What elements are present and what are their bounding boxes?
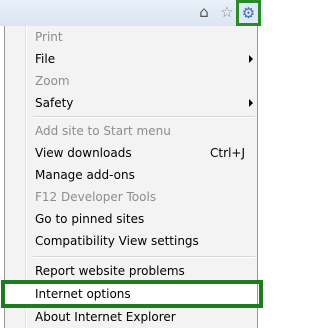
gear-icon: ⚙ <box>241 3 256 22</box>
menu-item-safety[interactable]: Safety <box>5 92 257 114</box>
menu-item-zoom: Zoom <box>5 70 257 92</box>
menu-item-label: Go to pinned sites <box>35 212 145 226</box>
menu-item-label: About Internet Explorer <box>35 310 176 324</box>
submenu-arrow-icon <box>249 55 253 63</box>
menu-item-add-site-to-start-menu: Add site to Start menu <box>5 120 257 142</box>
menu-item-label: View downloads <box>35 146 132 160</box>
menu-item-f12-developer-tools: F12 Developer Tools <box>5 186 257 208</box>
menu-item-label: Zoom <box>35 74 70 88</box>
menu-item-file[interactable]: File <box>5 48 257 70</box>
menu-item-report-website-problems[interactable]: Report website problems <box>5 260 257 282</box>
tools-button[interactable]: ⚙ <box>236 0 261 26</box>
menu-item-compatibility-view-settings[interactable]: Compatibility View settings <box>5 230 257 252</box>
menu-item-label: Add site to Start menu <box>35 124 171 138</box>
menu-item-shortcut: Ctrl+J <box>210 146 245 160</box>
menu-separator <box>33 116 255 118</box>
menu-item-label: Print <box>35 30 63 44</box>
submenu-arrow-icon <box>249 99 253 107</box>
favorites-star-icon[interactable]: ☆ <box>217 2 237 22</box>
menu-item-about-internet-explorer[interactable]: About Internet Explorer <box>5 306 257 328</box>
menu-item-label: F12 Developer Tools <box>35 190 157 204</box>
home-icon[interactable]: ⌂ <box>194 2 214 22</box>
menu-item-label: Report website problems <box>35 264 185 278</box>
menu-item-label: Safety <box>35 96 74 110</box>
menu-item-label: File <box>35 52 56 66</box>
menu-item-label: Manage add-ons <box>35 168 135 182</box>
menu-item-print: Print <box>5 26 257 48</box>
menu-separator <box>33 256 255 258</box>
highlight-outline <box>1 280 263 308</box>
menu-item-view-downloads[interactable]: View downloads Ctrl+J <box>5 142 257 164</box>
browser-toolbar: ⌂ ☆ ⚙ <box>0 0 263 26</box>
menu-item-manage-add-ons[interactable]: Manage add-ons <box>5 164 257 186</box>
menu-item-label: Compatibility View settings <box>35 234 199 248</box>
menu-item-go-to-pinned-sites[interactable]: Go to pinned sites <box>5 208 257 230</box>
tools-menu: Print File Zoom Safety Add site to Start… <box>1 26 263 328</box>
